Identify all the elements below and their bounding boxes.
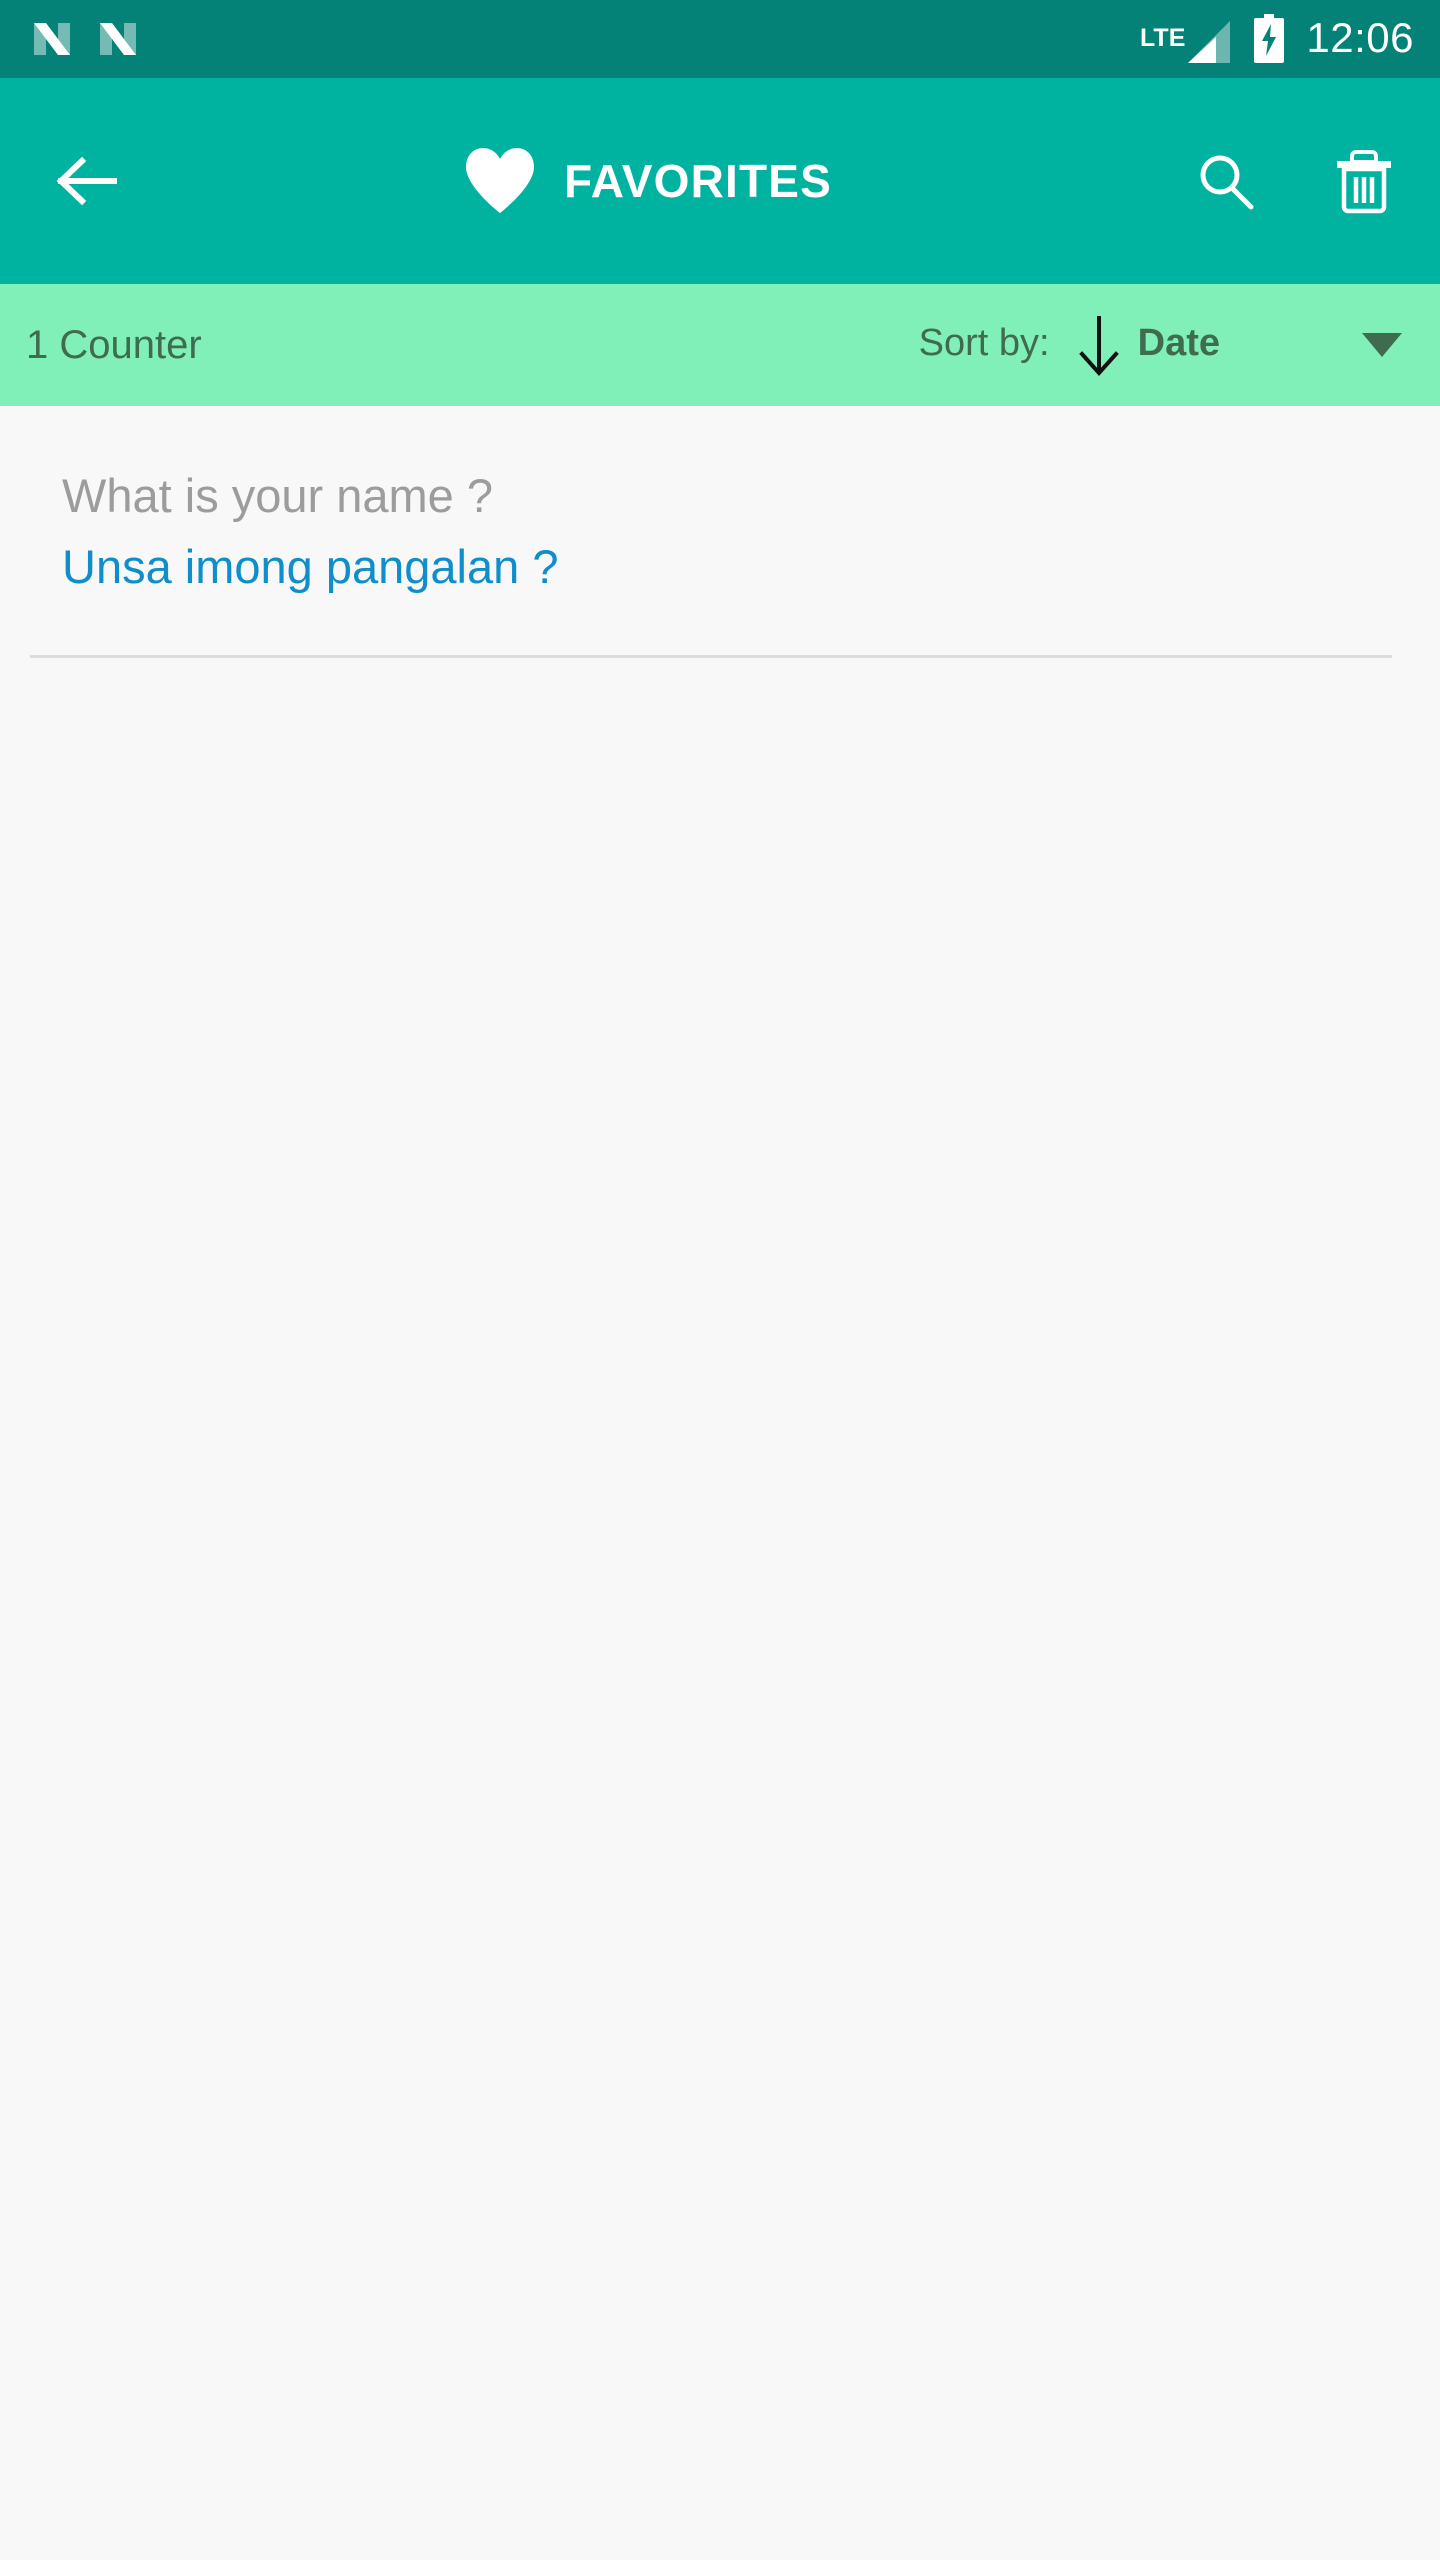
sort-direction-button[interactable]: [1050, 312, 1138, 378]
app-bar-title-group: FAVORITES: [110, 146, 1184, 216]
sort-bar: 1 Counter Sort by: Date: [0, 284, 1440, 406]
favorites-list: What is your name ? Unsa imong pangalan …: [0, 406, 1440, 2560]
heart-icon: [462, 146, 538, 216]
battery-charging-icon: [1252, 14, 1286, 64]
status-bar: LTE 12:06: [0, 0, 1440, 78]
list-item-source-text: What is your name ?: [62, 469, 494, 522]
list-item[interactable]: What is your name ? Unsa imong pangalan …: [0, 406, 1440, 595]
app-screen: LTE 12:06 FAVORITES 1 Counter Sort by: D…: [0, 0, 1440, 2560]
nougat-n-icon: [30, 15, 74, 63]
clock: 12:06: [1306, 14, 1414, 61]
app-bar: FAVORITES: [0, 78, 1440, 284]
arrow-down-icon: [1078, 316, 1119, 376]
sort-dropdown-button[interactable]: [1220, 331, 1404, 359]
search-icon: [1200, 155, 1254, 210]
status-bar-notifications: [30, 15, 140, 63]
delete-button[interactable]: [1322, 139, 1406, 223]
caret-down-icon: [1362, 333, 1402, 357]
trash-icon: [1337, 150, 1391, 214]
search-button[interactable]: [1184, 139, 1268, 223]
network-type-label: LTE: [1140, 24, 1186, 52]
list-item-target-text: Unsa imong pangalan ?: [62, 540, 559, 594]
signal-icon: LTE: [1140, 13, 1232, 65]
counter-label: 1 Counter: [26, 323, 202, 367]
page-title: FAVORITES: [563, 155, 833, 207]
arrow-left-icon: [56, 156, 117, 206]
list-divider: [30, 654, 1392, 658]
sort-control[interactable]: Sort by: Date: [919, 312, 1404, 378]
sort-value-label: Date: [1137, 322, 1220, 364]
status-bar-indicators: LTE 12:06: [1140, 13, 1414, 65]
sort-by-label: Sort by:: [918, 322, 1050, 364]
app-bar-actions: [1184, 139, 1406, 223]
nougat-n-icon: [96, 15, 140, 63]
